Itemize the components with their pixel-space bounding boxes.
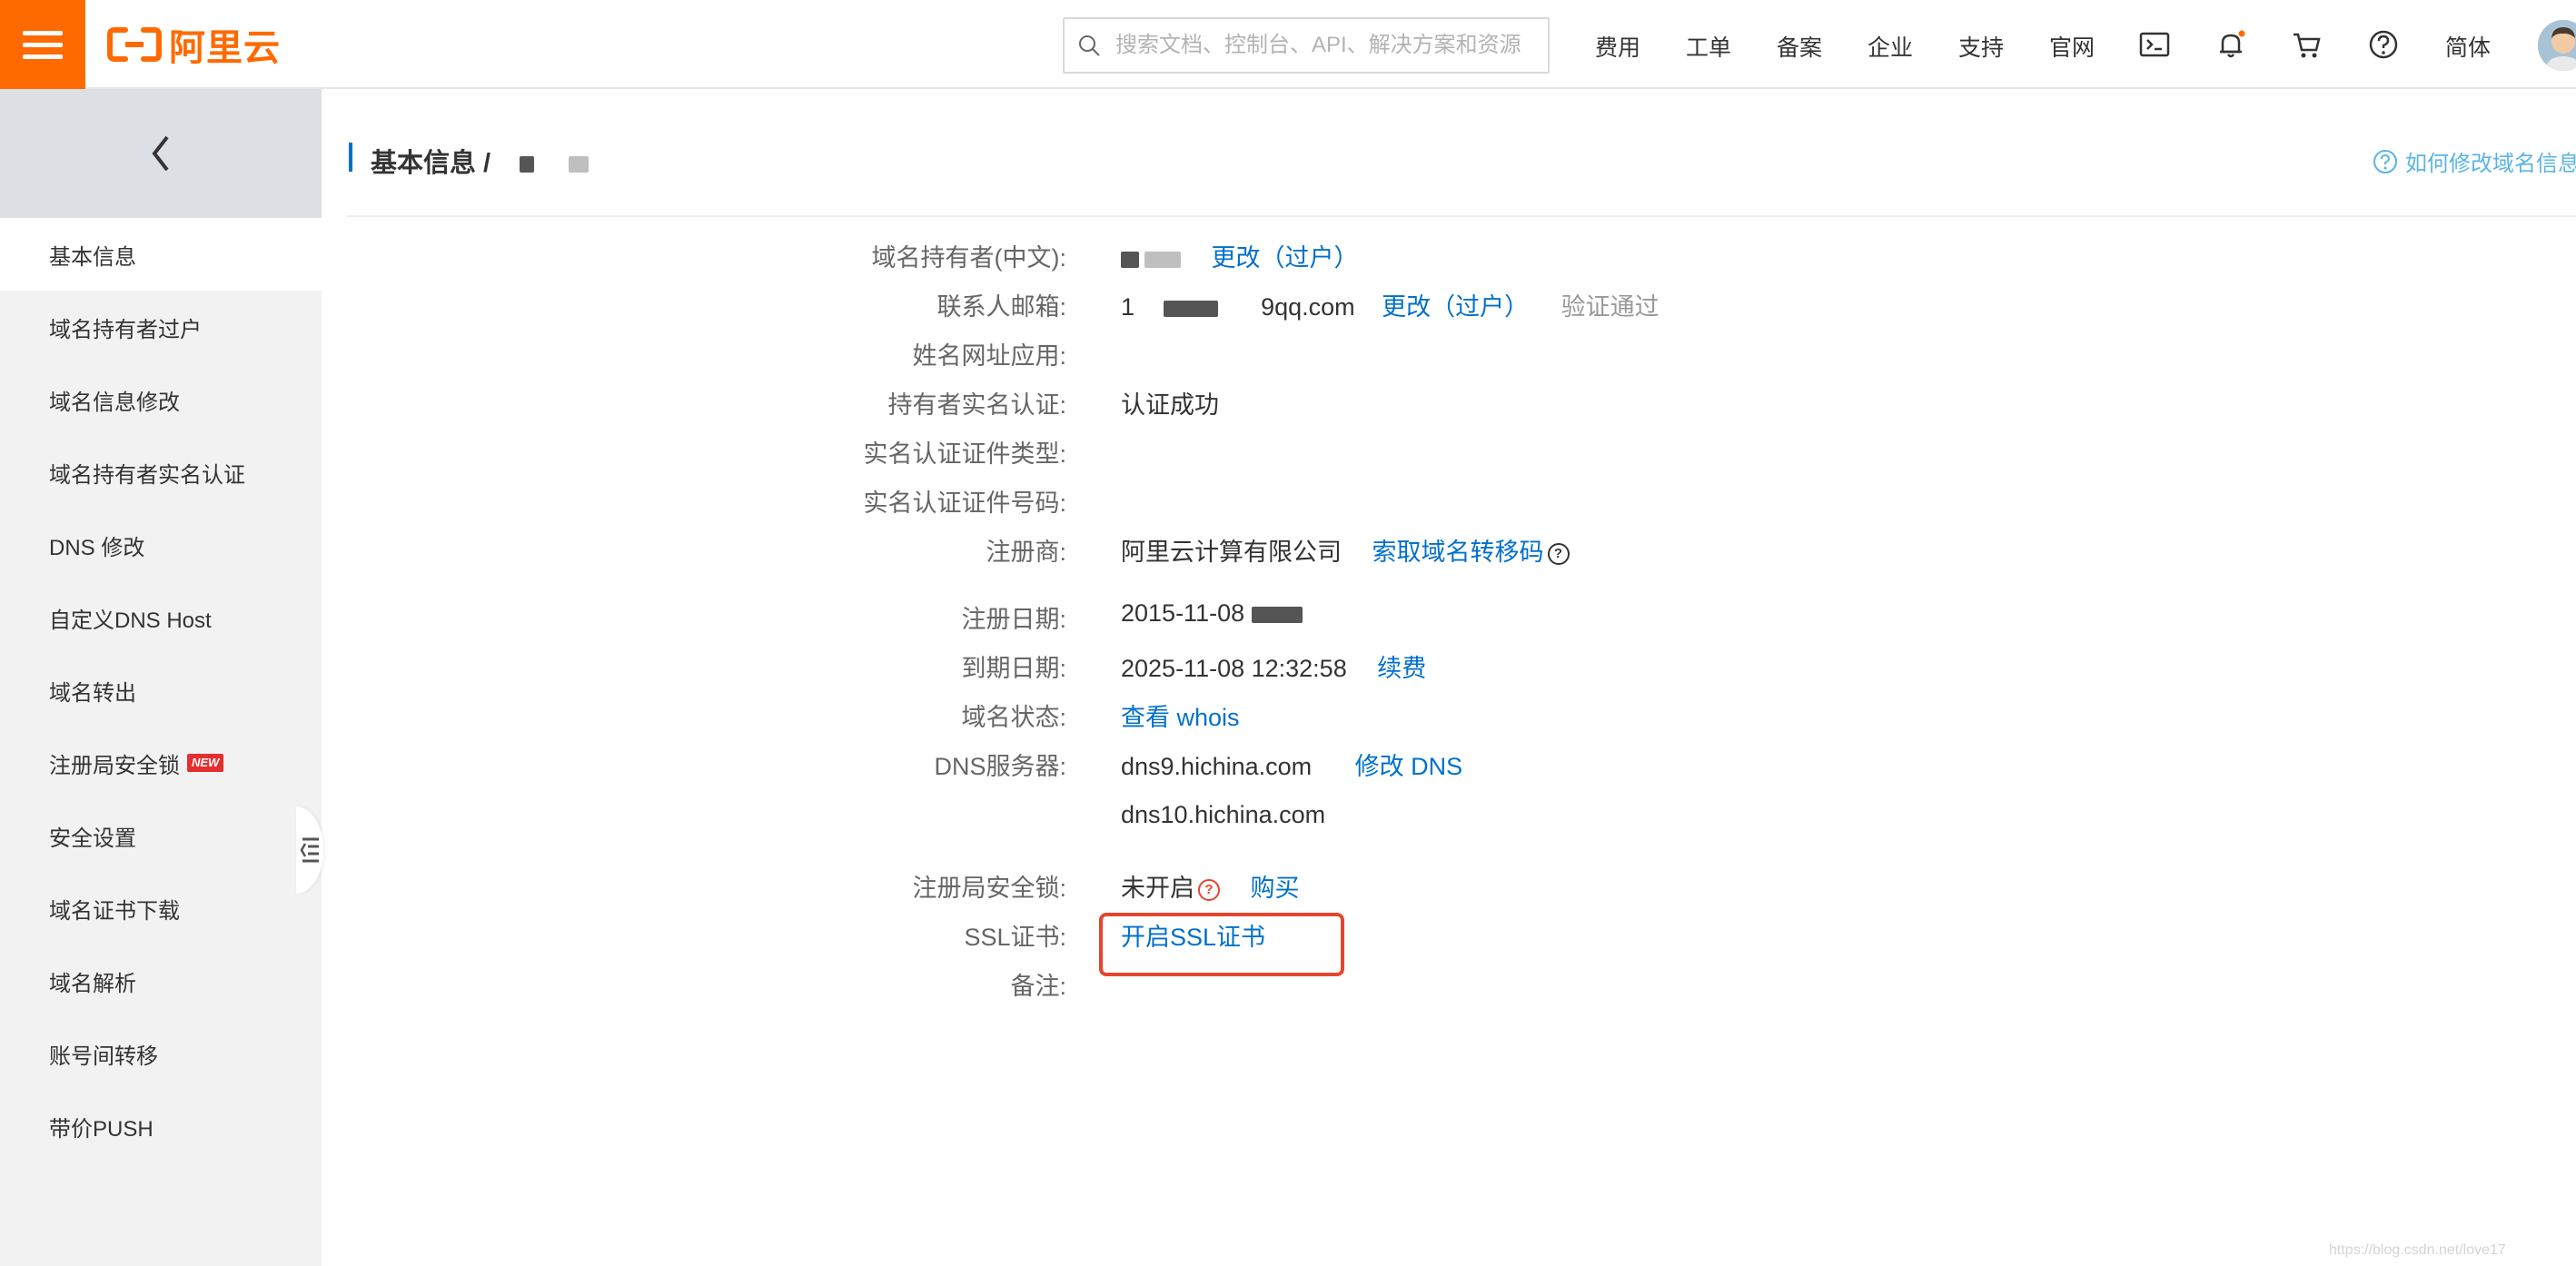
row-realname: 持有者实名认证: 认证成功 bbox=[0, 385, 2576, 421]
realname-value: 认证成功 bbox=[1121, 391, 1219, 419]
email-suffix: 9qq.com bbox=[1261, 293, 1355, 321]
page-title-text: 基本信息 / bbox=[371, 149, 491, 178]
dns-server-1: dns9.hichina.com bbox=[1121, 753, 1313, 780]
row-reg-date: 注册日期: 2015-11-08 bbox=[0, 599, 2576, 636]
remark-label: 备注: bbox=[1010, 973, 1066, 1000]
nav-support[interactable]: 支持 bbox=[1958, 30, 2004, 63]
registrar-name: 阿里云计算有限公司 bbox=[1121, 539, 1342, 566]
owner-label: 域名持有者(中文): bbox=[871, 244, 1066, 272]
help-icon[interactable] bbox=[2367, 28, 2400, 61]
dns-server-2: dns10.hichina.com bbox=[1121, 801, 1326, 828]
row-dns2: dns10.hichina.com bbox=[0, 801, 2576, 837]
row-dns: DNS服务器: dns9.hichina.com 修改 DNS bbox=[0, 747, 2576, 783]
bell-icon[interactable] bbox=[2214, 28, 2247, 61]
email-verify-status: 验证通过 bbox=[1560, 293, 1660, 321]
lock-value: 未开启? 购买 bbox=[1121, 868, 1300, 904]
row-status: 域名状态: 查看 whois bbox=[0, 697, 2576, 734]
search-icon bbox=[1079, 35, 1100, 56]
modify-dns-link[interactable]: 修改 DNS bbox=[1355, 753, 1463, 780]
nav-tickets[interactable]: 工单 bbox=[1686, 30, 1731, 63]
row-owner: 域名持有者(中文): 更改（过户） bbox=[0, 238, 2576, 274]
cart-icon[interactable] bbox=[2291, 28, 2323, 61]
search-box[interactable] bbox=[1063, 17, 1550, 74]
sidebar-item-account-transfer[interactable]: 账号间转移 bbox=[0, 1017, 322, 1090]
ssl-label: SSL证书: bbox=[964, 924, 1066, 951]
sidebar-back-button[interactable] bbox=[0, 89, 322, 218]
row-registry-lock: 注册局安全锁: 未开启? 购买 bbox=[0, 868, 2576, 905]
redacted-owner bbox=[1121, 251, 1139, 268]
redacted-domain bbox=[520, 156, 535, 173]
redacted-domain bbox=[569, 156, 590, 173]
whois-link[interactable]: 查看 whois bbox=[1121, 697, 1240, 733]
row-remark: 备注: bbox=[0, 966, 2576, 1003]
owner-change-link[interactable]: 更改（过户） bbox=[1212, 244, 1359, 272]
sidebar-item-label: 账号间转移 bbox=[49, 1043, 158, 1069]
dns-label: DNS服务器: bbox=[934, 753, 1066, 780]
redacted-time bbox=[1251, 606, 1303, 623]
sidebar-item-label: 带价PUSH bbox=[49, 1116, 154, 1142]
question-circle-icon bbox=[2373, 149, 2397, 173]
status-label: 域名状态: bbox=[961, 704, 1066, 731]
collapse-menu-icon bbox=[300, 837, 319, 863]
realname-label: 持有者实名认证: bbox=[887, 391, 1066, 419]
help-link-text: 如何修改域名信息 bbox=[2405, 152, 2576, 176]
redacted-email bbox=[1163, 300, 1218, 317]
row-email: 联系人邮箱: 1 9qq.com 更改（过户） 验证通过 bbox=[0, 287, 2576, 323]
header-divider bbox=[347, 215, 2576, 217]
page-title: 基本信息 / bbox=[371, 142, 590, 180]
lock-status: 未开启 bbox=[1121, 875, 1194, 902]
reg-date-value: 2015-11-08 bbox=[1121, 599, 1303, 628]
cert-type-label: 实名认证证件类型: bbox=[863, 440, 1066, 468]
logo-text: 阿里云 bbox=[169, 27, 281, 69]
reg-date-text: 2015-11-08 bbox=[1121, 599, 1252, 627]
question-circle-icon[interactable]: ? bbox=[1547, 542, 1570, 565]
redacted-owner bbox=[1144, 251, 1181, 268]
email-change-link[interactable]: 更改（过户） bbox=[1382, 293, 1529, 321]
row-cert-no: 实名认证证件号码: bbox=[0, 483, 2576, 519]
nav-icp-filing[interactable]: 备案 bbox=[1777, 30, 1822, 63]
row-expire-date: 到期日期: 2025-11-08 12:32:58 续费 bbox=[0, 648, 2576, 685]
email-prefix: 1 bbox=[1121, 293, 1135, 321]
user-avatar-icon bbox=[2538, 20, 2576, 71]
nav-official-site[interactable]: 官网 bbox=[2049, 30, 2095, 63]
sidebar-item-price-push[interactable]: 带价PUSH bbox=[0, 1090, 322, 1162]
language-switch[interactable]: 简体 bbox=[2445, 30, 2491, 63]
expire-date-text: 2025-11-08 12:32:58 bbox=[1121, 655, 1347, 682]
nav-fees[interactable]: 费用 bbox=[1595, 30, 1640, 63]
email-value: 1 9qq.com 更改（过户） 验证通过 bbox=[1121, 287, 1660, 322]
avatar[interactable] bbox=[2538, 20, 2576, 71]
row-registrar: 注册商: 阿里云计算有限公司 索取域名转移码? bbox=[0, 532, 2576, 569]
top-navigation-bar: 阿里云 费用 工单 备案 企业 支持 官网 简体 bbox=[0, 0, 2576, 89]
lock-label: 注册局安全锁: bbox=[912, 875, 1066, 902]
dns-value: dns9.hichina.com 修改 DNS bbox=[1121, 747, 1462, 782]
nav-enterprise[interactable]: 企业 bbox=[1868, 30, 1913, 63]
title-accent-bar bbox=[349, 143, 352, 172]
chevron-left-icon bbox=[152, 135, 169, 172]
name-url-label: 姓名网址应用: bbox=[912, 342, 1066, 370]
get-transfer-code-link[interactable]: 索取域名转移码 bbox=[1372, 539, 1544, 566]
aliyun-logo[interactable]: 阿里云 bbox=[107, 24, 281, 69]
expire-label: 到期日期: bbox=[961, 655, 1066, 682]
menu-icon[interactable] bbox=[0, 0, 85, 89]
aliyun-logo-icon bbox=[107, 27, 162, 62]
registrar-label: 注册商: bbox=[986, 539, 1066, 566]
expire-value: 2025-11-08 12:32:58 续费 bbox=[1121, 648, 1426, 684]
terminal-icon[interactable] bbox=[2138, 28, 2171, 61]
buy-lock-link[interactable]: 购买 bbox=[1251, 875, 1300, 902]
reg-date-label: 注册日期: bbox=[961, 606, 1066, 633]
watermark: https://blog.csdn.net/love17 bbox=[2329, 1242, 2506, 1258]
row-name-url: 姓名网址应用: bbox=[0, 336, 2576, 372]
row-cert-type: 实名认证证件类型: bbox=[0, 434, 2576, 470]
cert-no-label: 实名认证证件号码: bbox=[863, 490, 1066, 517]
email-label: 联系人邮箱: bbox=[936, 293, 1066, 321]
help-link-modify-domain-info[interactable]: 如何修改域名信息 bbox=[2373, 145, 2576, 177]
renew-link[interactable]: 续费 bbox=[1377, 655, 1426, 682]
registrar-value: 阿里云计算有限公司 索取域名转移码? bbox=[1121, 532, 1570, 568]
search-input[interactable] bbox=[1114, 32, 1548, 59]
question-circle-icon[interactable]: ? bbox=[1198, 878, 1220, 901]
owner-value: 更改（过户） bbox=[1121, 238, 1359, 273]
